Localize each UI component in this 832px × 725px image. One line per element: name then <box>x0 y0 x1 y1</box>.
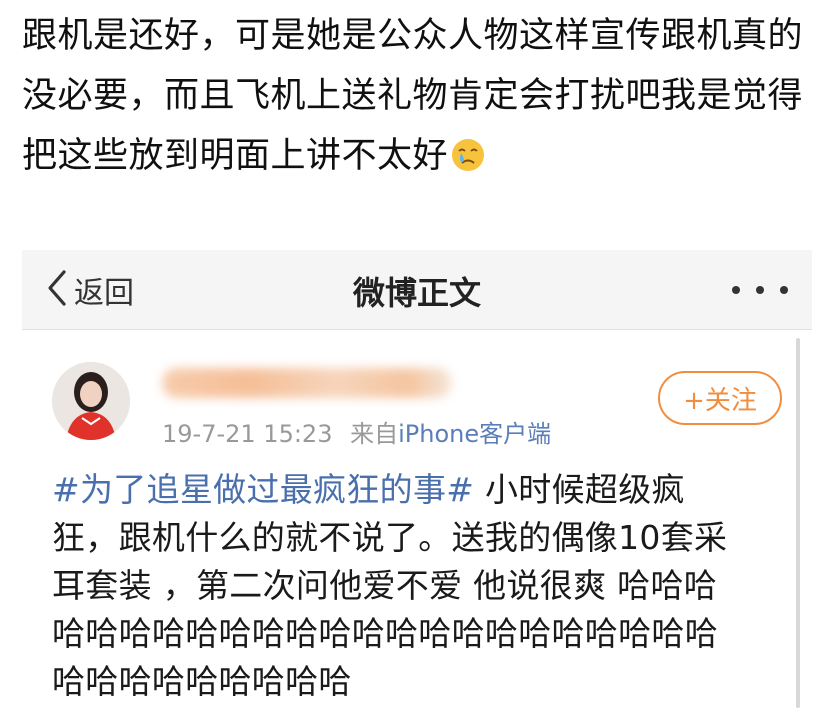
post-line-5: 哈哈哈哈哈哈哈哈哈 <box>52 662 352 701</box>
crying-face-icon <box>450 132 486 171</box>
follow-button[interactable]: +关注 <box>658 371 782 425</box>
post-meta: 19-7-21 15:23 来自iPhone客户端 <box>162 414 551 449</box>
post-body: #为了追星做过最疯狂的事# 小时候超级疯 狂，跟机什么的就不说了。送我的偶像10… <box>52 466 782 706</box>
source-label: 来自 <box>350 420 399 448</box>
post-line-3: 耳套装 ，第二次问他爱不爱 他说很爽 哈哈哈 <box>52 566 718 605</box>
source-device[interactable]: iPhone客户端 <box>398 420 551 448</box>
avatar[interactable] <box>52 362 130 440</box>
user-comment: 跟机是还好，可是她是公众人物这样宣传跟机真的 没必要，而且飞机上送礼物肯定会打扰… <box>22 6 812 186</box>
comment-line-1: 跟机是还好，可是她是公众人物这样宣传跟机真的 <box>22 16 804 56</box>
comment-line-2: 没必要，而且飞机上送礼物肯定会打扰吧我是觉得 <box>22 76 804 116</box>
weibo-screenshot: 返回 微博正文 ██████████ 19-7-21 15:23 来自iPhon… <box>22 250 812 725</box>
hashtag-link[interactable]: #为了追星做过最疯狂的事# <box>52 470 474 509</box>
post-line-1: #为了追星做过最疯狂的事# 小时候超级疯 <box>52 466 782 514</box>
scrollbar[interactable] <box>796 338 800 708</box>
username-blurred[interactable]: ██████████ <box>162 368 452 398</box>
more-icon[interactable] <box>732 276 788 304</box>
page-title: 微博正文 <box>352 274 481 312</box>
comment-line-3: 把这些放到明面上讲不太好 <box>22 126 812 186</box>
comment-line-3-text: 把这些放到明面上讲不太好 <box>22 136 449 176</box>
post-timestamp: 19-7-21 15:23 <box>162 420 333 448</box>
more-dot <box>756 286 764 294</box>
post-line-4: 哈哈哈哈哈哈哈哈哈哈哈哈哈哈哈哈哈哈哈哈 <box>52 614 718 653</box>
more-dot <box>732 286 740 294</box>
more-dot <box>780 286 788 294</box>
post-line-1-text: 小时候超级疯 <box>485 470 685 509</box>
post-line-2: 狂，跟机什么的就不说了。送我的偶像10套采 <box>52 518 728 557</box>
nav-bar: 返回 微博正文 <box>22 250 812 330</box>
